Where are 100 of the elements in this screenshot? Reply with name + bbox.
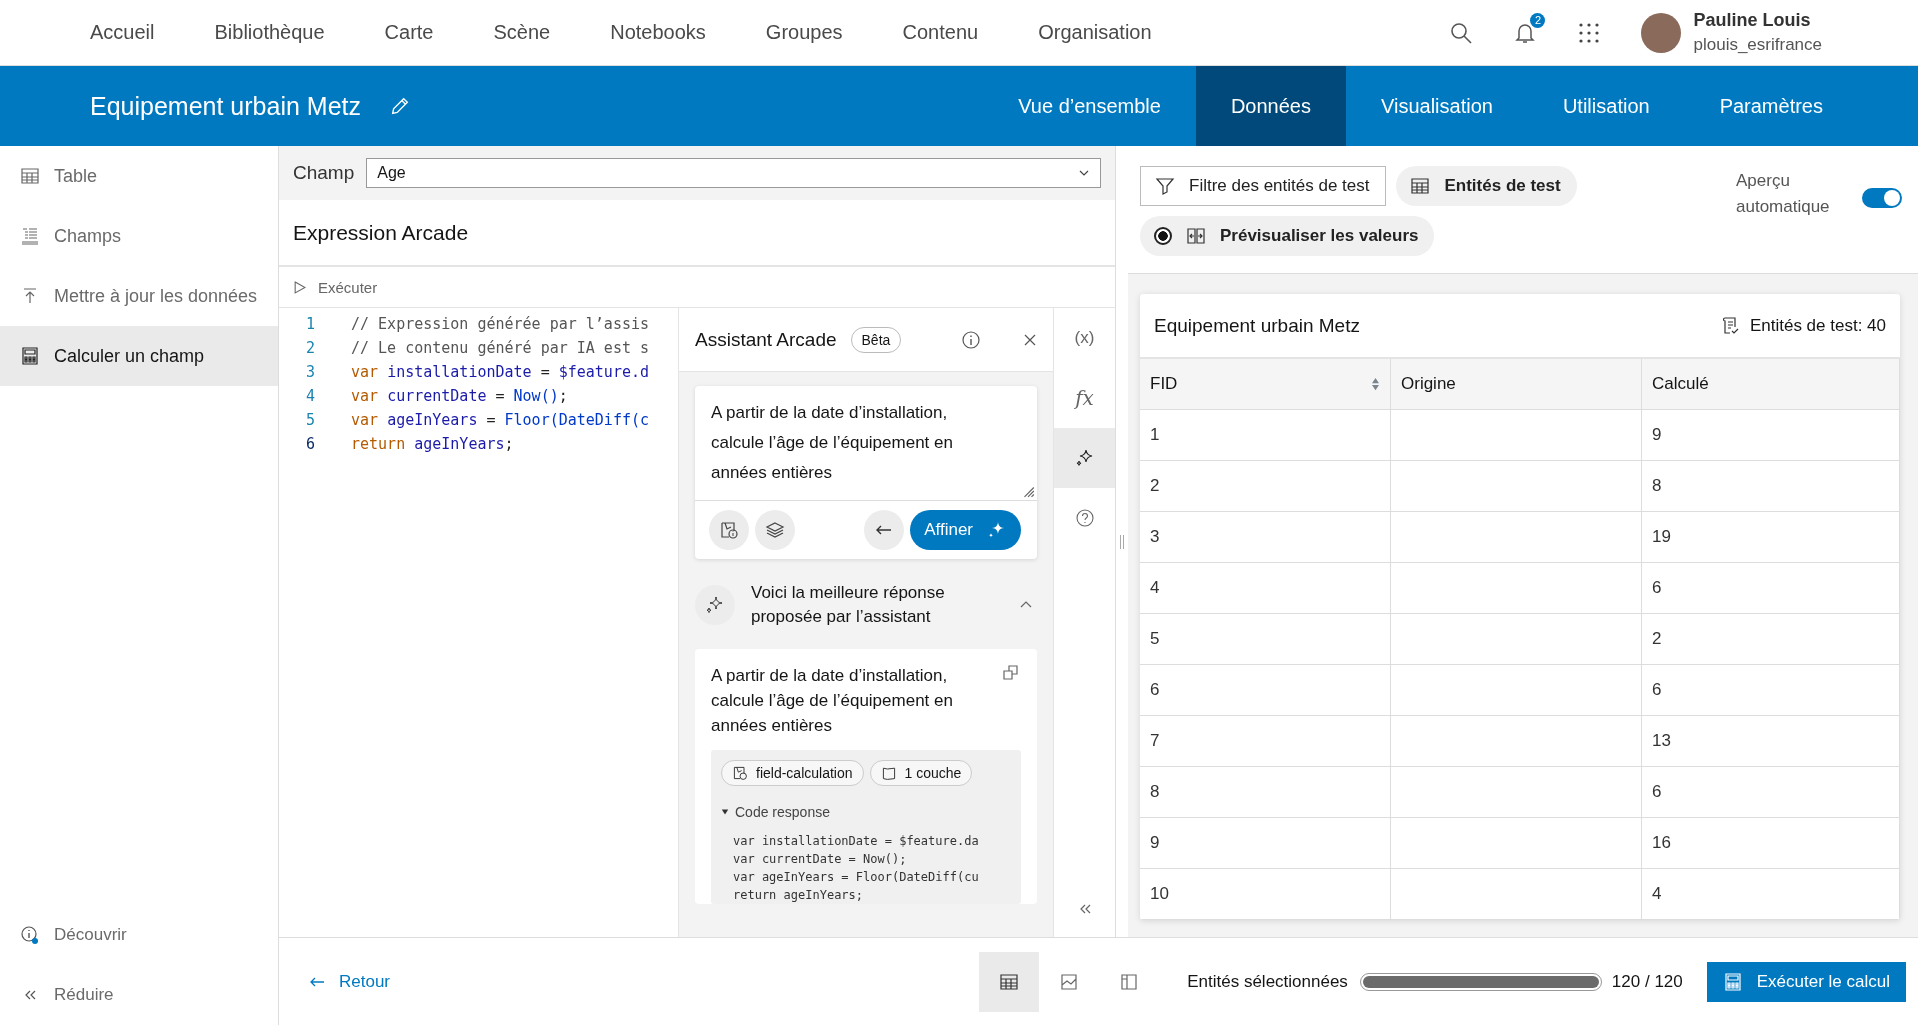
map-info-icon [719,520,739,540]
sidebar-item[interactable]: Champs [0,206,278,266]
item-tab[interactable]: Paramètres [1684,66,1858,146]
copy-icon[interactable] [1001,663,1021,683]
info-icon[interactable] [961,329,981,350]
user-avatar[interactable] [1641,12,1682,53]
filter-icon [1155,176,1175,196]
selected-features-label: Entités sélectionnées [1187,971,1348,992]
nav-link[interactable]: Organisation [1038,21,1152,44]
table-cell: 6 [1641,562,1900,614]
sidebar-item[interactable]: Calculer un champ [0,326,278,386]
table-cell: 9 [1140,817,1391,869]
code-response-toggle[interactable]: Code response [721,804,1011,820]
table-cell: 13 [1641,715,1900,767]
info-icon [20,925,40,945]
line-number: 6 [304,435,315,453]
map-layer-icon [880,765,897,781]
sparkle-icon [1074,448,1095,468]
calculator-icon [20,346,40,366]
sidebar-item[interactable]: Mettre à jour les données [0,266,278,326]
radio-button[interactable] [1154,227,1172,245]
field-select[interactable]: Age [366,158,1101,188]
back-button[interactable] [864,510,905,550]
resize-handle[interactable] [1120,534,1124,549]
filter-button[interactable]: Filtre des entités de test [1140,166,1387,206]
list-icon [20,226,40,246]
search-icon[interactable] [1449,20,1474,45]
code-line: var installationDate = $feature.da [733,833,980,850]
panel-title: Assistant Arcade [695,328,837,351]
collapse-link[interactable]: Réduire [0,965,278,1025]
item-tab[interactable]: Utilisation [1527,66,1685,146]
table-icon [999,971,1020,992]
column-header[interactable]: Calculé [1641,359,1900,410]
nav-link[interactable]: Groupes [765,21,843,44]
table-cell: 2 [1641,613,1900,665]
layers-button[interactable] [755,510,795,550]
refine-button[interactable]: Affiner [910,510,1021,550]
play-icon [293,280,306,294]
table-cell: 1 [1140,409,1391,461]
response-question: A partir de la date d’installation, calcule l’âge de l’équipement en années entières [711,665,954,737]
item-tab[interactable]: Vue d’ensemble [983,66,1196,146]
nav-link[interactable]: Contenu [902,21,979,44]
map-info-icon [732,765,748,781]
table-cell: 8 [1140,766,1391,818]
item-tab[interactable]: Données [1195,66,1346,146]
table-cell: 16 [1641,817,1900,869]
nav-link[interactable]: Bibliothèque [214,21,325,44]
notification-count: 2 [1530,12,1546,28]
close-icon[interactable] [1023,332,1037,347]
code-line: var ageInYears = Floor(DateDiff(c [351,411,650,429]
column-header[interactable]: FID [1140,359,1391,410]
tool-button[interactable]: fx [1054,368,1115,428]
table-icon [1410,176,1431,196]
column-header[interactable]: Origine [1390,359,1642,410]
table-cell: 5 [1140,613,1391,665]
table-cell: 9 [1641,409,1900,461]
triangle-down-icon [721,808,729,816]
response-header[interactable]: Voici la meilleure réponse proposée par l’assistant [695,559,1037,649]
table-cell: 6 [1641,664,1900,716]
run-button[interactable]: Exécuter [293,278,378,296]
discover-link[interactable]: Découvrir [0,905,278,965]
context-button[interactable] [709,510,749,550]
prompt-field[interactable]: A partir de la date d’installation, calcule l’âge de l’équipement en années entières [695,386,1037,501]
table-title: Equipement urbain Metz [1154,314,1360,337]
tool-button[interactable]: (x) [1054,308,1115,368]
line-number: 3 [304,363,315,381]
item-title: Equipement urbain Metz [90,91,361,121]
sparkle-icon [705,595,725,615]
line-number: 1 [304,315,315,333]
calculator-icon [1722,971,1743,992]
section-title: Expression Arcade [293,220,469,245]
nav-link[interactable]: Accueil [90,21,155,44]
table-cell: 4 [1641,868,1900,920]
nav-link[interactable]: Carte [384,21,434,44]
code-line: // Le contenu généré par IA est s [351,339,649,357]
line-number: 5 [304,411,315,429]
table-cell: 10 [1140,868,1391,920]
response-title: Voici la meilleure réponse proposée par l’assistant [751,582,946,628]
test-features-button[interactable]: Entités de test [1396,166,1577,206]
test-feature-count: Entités de test: 40 [1749,315,1886,336]
back-link[interactable]: Retour [309,971,391,992]
table-cell: 7 [1140,715,1391,767]
code-line: var installationDate = $feature.d [351,363,650,381]
sort-icon[interactable] [1371,377,1380,391]
sidebar-item[interactable]: Table [0,146,278,206]
code-line: var currentDate = Now(); [351,387,568,405]
resize-handle-icon[interactable] [1021,484,1035,498]
run-calculation-button[interactable]: Exécuter le calcul [1706,961,1906,1002]
table-cell: 8 [1641,460,1900,512]
item-tab[interactable]: Visualisation [1346,66,1528,146]
table-icon [20,166,40,186]
table-cell: 6 [1641,766,1900,818]
preview-values-button[interactable]: Prévisualiser les valeurs [1140,216,1435,256]
nav-link[interactable]: Scène [493,21,551,44]
user-name: Pauline Louis [1693,10,1812,31]
pencil-icon[interactable] [389,95,411,117]
auto-preview-toggle[interactable] [1862,188,1902,208]
view-toggle-button[interactable] [979,951,1040,1012]
panel-layout-icon [1119,971,1140,992]
nav-link[interactable]: Notebooks [610,21,706,44]
